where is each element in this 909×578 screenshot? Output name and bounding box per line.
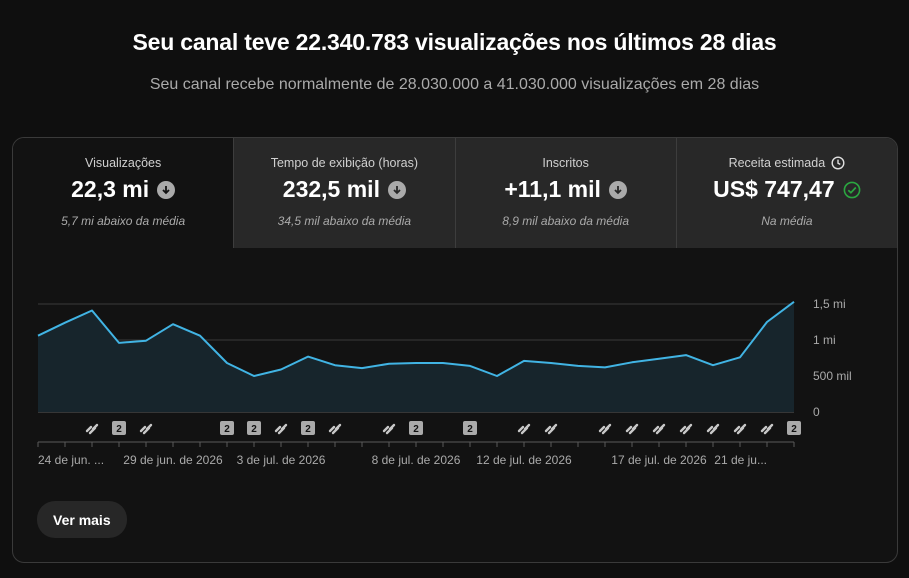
- tab-value: 232,5 mil: [234, 176, 454, 203]
- upload-count-label: 2: [116, 424, 122, 435]
- x-tick-label: 3 de jul. de 2026: [237, 453, 326, 467]
- link-icon: [706, 423, 720, 435]
- link-icon: [382, 423, 396, 435]
- views-chart: 0 500 mil 1 mi 1,5 mi 2 2 2 2 2 2 2 24 de jun. ... 2…: [37, 297, 852, 467]
- x-tick-label: 29 de jun. de 2026: [123, 453, 223, 467]
- arrow-down-icon: [157, 180, 176, 199]
- upload-count-label: 2: [224, 424, 230, 435]
- page-title: Seu canal teve 22.340.783 visualizações …: [132, 29, 777, 55]
- link-icon: [733, 423, 747, 435]
- arrow-down-icon: [608, 180, 627, 199]
- link-icon: [544, 423, 558, 435]
- upload-count-label: 2: [305, 424, 311, 435]
- link-icon: [652, 423, 666, 435]
- page-subtitle: Seu canal recebe normalmente de 28.030.0…: [149, 76, 760, 93]
- x-tick-label: 21 de ju...: [714, 453, 767, 467]
- tab-views[interactable]: Visualizações 22,3 mi 5,7 mi abaixo da m…: [13, 138, 234, 248]
- tab-subscribers[interactable]: Inscritos +11,1 mil 8,9 mil abaixo da mé…: [454, 138, 676, 248]
- tab-value: US$ 747,47: [677, 176, 897, 203]
- link-icon: [328, 423, 342, 435]
- tab-label: Inscritos: [542, 156, 589, 170]
- link-icon: [274, 423, 288, 435]
- metric-tabs: Visualizações 22,3 mi 5,7 mi abaixo da m…: [13, 138, 897, 248]
- arrow-down-icon: [387, 180, 406, 199]
- link-icon: [139, 423, 153, 435]
- upload-count-label: 2: [251, 424, 257, 435]
- link-icon: [85, 423, 99, 435]
- tab-note: 8,9 mil abaixo da média: [502, 214, 629, 228]
- upload-count-label: 2: [413, 424, 419, 435]
- tab-value: +11,1 mil: [456, 176, 676, 203]
- link-icon: [625, 423, 639, 435]
- analytics-card: Visualizações 22,3 mi 5,7 mi abaixo da m…: [12, 137, 898, 563]
- tab-label: Receita estimada: [677, 156, 897, 170]
- check-circle-icon: [843, 181, 861, 198]
- y-tick-label: 0: [813, 405, 820, 419]
- y-tick-label: 500 mil: [813, 369, 852, 383]
- tab-label: Tempo de exibição (horas): [270, 156, 419, 170]
- upload-count-label: 2: [791, 424, 797, 435]
- tab-revenue[interactable]: Receita estimada US$ 747,47 Na média: [675, 138, 897, 248]
- tab-value: 22,3 mi: [13, 176, 233, 203]
- x-tick-label: 8 de jul. de 2026: [372, 453, 461, 467]
- series-area: [38, 301, 794, 412]
- see-more-button[interactable]: Ver mais: [37, 501, 127, 538]
- y-tick-label: 1,5 mi: [813, 297, 846, 311]
- link-icon: [517, 423, 531, 435]
- upload-count-label: 2: [467, 424, 473, 435]
- tab-note: Na média: [761, 214, 813, 228]
- x-tick-label: 12 de jul. de 2026: [476, 453, 572, 467]
- link-icon: [598, 423, 612, 435]
- x-tick-label: 24 de jun. ...: [38, 453, 104, 467]
- y-tick-label: 1 mi: [813, 333, 836, 347]
- tab-label: Visualizações: [85, 156, 162, 170]
- tab-note: 5,7 mi abaixo da média: [61, 214, 186, 228]
- x-tick-label: 17 de jul. de 2026: [611, 453, 707, 467]
- tab-note: 34,5 mil abaixo da média: [277, 214, 412, 228]
- link-icon: [760, 423, 774, 435]
- clock-icon: [831, 156, 845, 170]
- tab-watch-time[interactable]: Tempo de exibição (horas) 232,5 mil 34,5…: [233, 138, 455, 248]
- link-icon: [679, 423, 693, 435]
